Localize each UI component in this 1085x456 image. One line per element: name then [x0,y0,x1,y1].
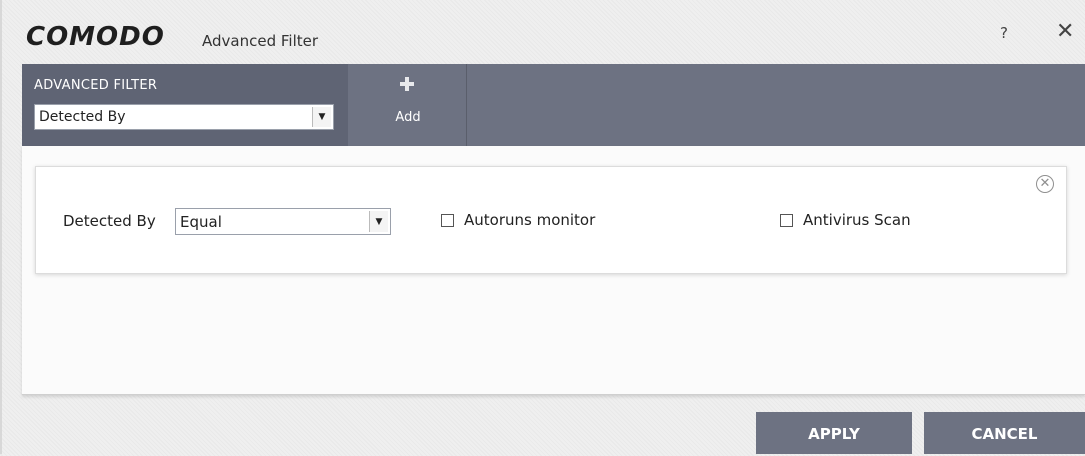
checkbox-icon[interactable] [780,213,793,227]
add-filter-button[interactable]: Add [350,64,467,146]
dropdown-arrow-icon[interactable]: ▼ [369,211,388,232]
help-button[interactable]: ? [1000,24,1008,42]
antivirus-scan-checkbox[interactable]: Antivirus Scan [780,211,911,229]
comodo-logo: COMODO [26,22,165,52]
cancel-button[interactable]: CANCEL [924,412,1085,454]
plus-icon [400,77,414,91]
window-title: Advanced Filter [202,32,319,50]
add-label: Add [395,110,421,125]
dropdown-arrow-icon[interactable]: ▼ [312,107,331,127]
filter-type-value: Detected By [39,109,126,125]
advanced-filter-label: ADVANCED FILTER [34,78,158,93]
advanced-filter-section: ADVANCED FILTER Detected By ▼ [22,64,348,146]
close-button[interactable]: ✕ [1056,18,1074,46]
filter-type-select[interactable]: Detected By ▼ [34,104,334,130]
checkbox-icon[interactable] [441,213,454,227]
filter-row: Detected By Equal ▼ Autoruns monitor Ant… [35,166,1067,274]
apply-button[interactable]: APPLY [756,412,912,454]
autoruns-monitor-checkbox[interactable]: Autoruns monitor [441,211,595,229]
condition-select[interactable]: Equal ▼ [175,208,391,235]
antivirus-scan-label: Antivirus Scan [803,211,911,229]
window-edge [0,0,2,454]
title-bar: COMODO Advanced Filter ? ✕ [22,12,1085,62]
filter-panel: Detected By Equal ▼ Autoruns monitor Ant… [22,146,1085,395]
autoruns-monitor-label: Autoruns monitor [464,211,596,229]
remove-filter-button[interactable]: ✕ [1036,175,1054,193]
filter-toolbar: ADVANCED FILTER Detected By ▼ Add [22,64,1085,146]
condition-value: Equal [180,213,222,231]
filter-row-label: Detected By [63,212,156,230]
